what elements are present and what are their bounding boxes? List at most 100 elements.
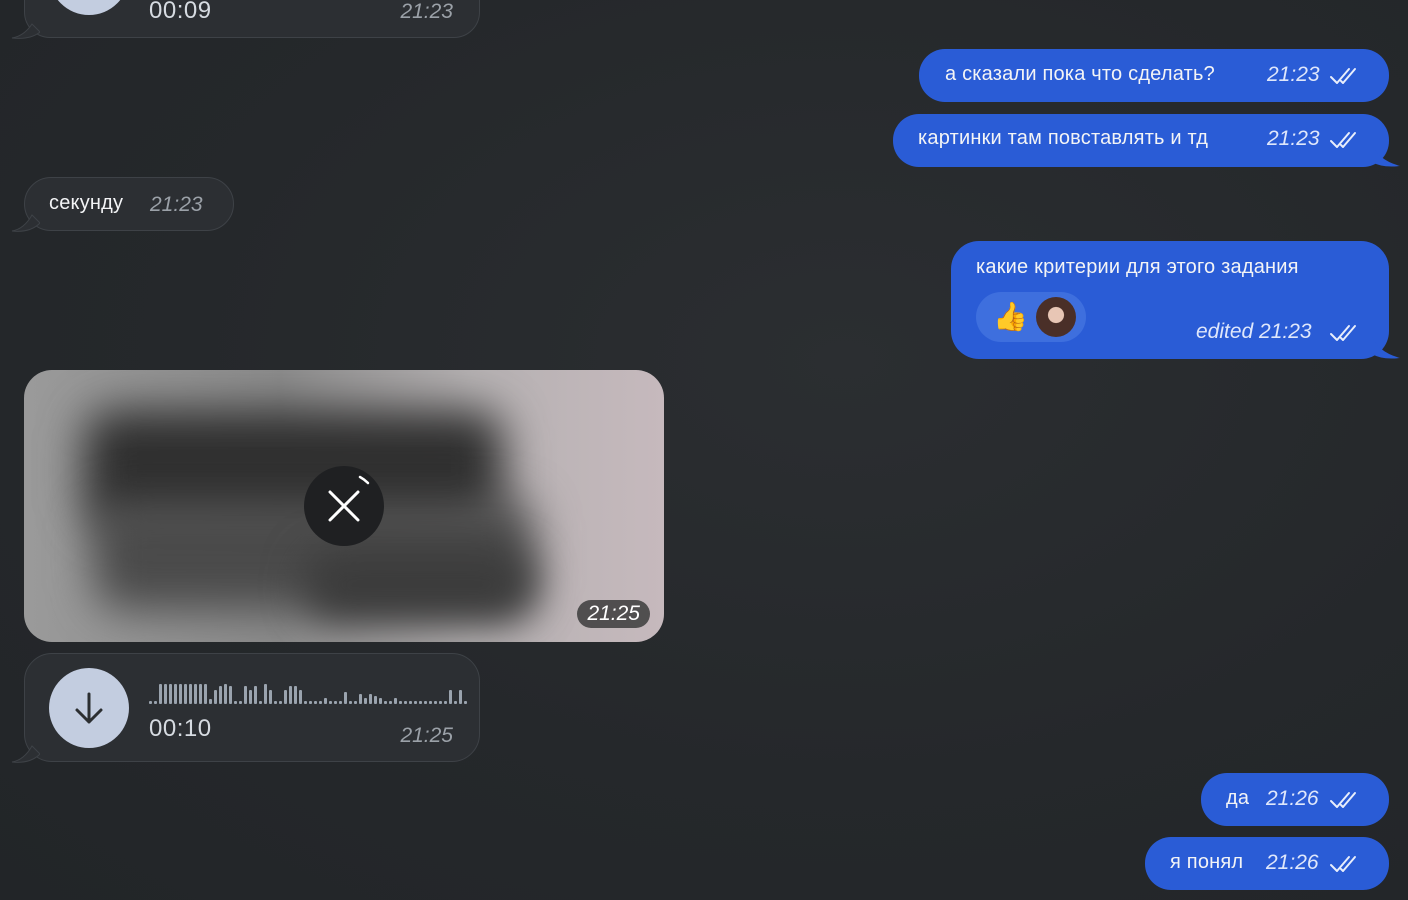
double-check-icon	[1330, 792, 1356, 808]
waveform-bar	[389, 701, 392, 704]
bubble-tail	[1372, 144, 1400, 167]
outgoing-message[interactable]: я понял 21:26	[1145, 837, 1389, 890]
voice-waveform[interactable]	[149, 682, 467, 704]
outgoing-message[interactable]: а сказали пока что сделать? 21:23	[919, 49, 1389, 102]
waveform-bar	[289, 686, 292, 704]
waveform-bar	[229, 686, 232, 704]
waveform-bar	[364, 698, 367, 704]
waveform-bar	[264, 684, 267, 704]
voice-message-top[interactable]: 00:09 21:23	[24, 0, 480, 38]
cancel-download-button[interactable]	[304, 466, 384, 546]
waveform-bar	[154, 701, 157, 704]
double-check-icon	[1330, 132, 1356, 148]
bubble-tail	[11, 214, 40, 232]
reactions-bar[interactable]: 👍	[976, 292, 1086, 342]
message-text: картинки там повставлять и тд	[918, 127, 1209, 149]
waveform-bar	[304, 701, 307, 704]
download-arrow-icon	[49, 0, 129, 15]
waveform-bar	[464, 701, 467, 704]
outgoing-message[interactable]: да 21:26	[1201, 773, 1389, 826]
waveform-bar	[439, 701, 442, 704]
waveform-bar	[249, 690, 252, 704]
blurred-image-region	[304, 550, 534, 620]
waveform-bar	[164, 684, 167, 704]
download-button[interactable]	[49, 0, 129, 15]
download-arrow-icon	[75, 692, 103, 724]
voice-duration: 00:09	[149, 0, 212, 24]
waveform-bar	[294, 686, 297, 704]
voice-duration: 00:10	[149, 715, 212, 742]
waveform-bar	[309, 701, 312, 704]
waveform-bar	[279, 701, 282, 704]
outgoing-message-with-reactions[interactable]: какие критерии для этого задания 👍 edite…	[951, 241, 1389, 359]
waveform-bar	[284, 690, 287, 704]
waveform-bar	[344, 692, 347, 704]
message-time: edited 21:23	[1196, 320, 1312, 343]
waveform-bar	[269, 690, 272, 704]
double-check-icon	[1330, 325, 1356, 341]
waveform-bar	[409, 701, 412, 704]
waveform-bar	[194, 684, 197, 704]
waveform-bar	[179, 684, 182, 704]
waveform-bar	[239, 701, 242, 704]
waveform-bar	[424, 701, 427, 704]
waveform-bar	[174, 684, 177, 704]
waveform-bar	[434, 701, 437, 704]
waveform-bar	[159, 684, 162, 704]
waveform-bar	[459, 690, 462, 704]
waveform-bar	[419, 701, 422, 704]
avatar-icon[interactable]	[1036, 297, 1076, 337]
thumbs-up-reaction[interactable]: 👍	[993, 300, 1028, 334]
waveform-bar	[414, 701, 417, 704]
waveform-bar	[394, 698, 397, 704]
message-time: 21:23	[1267, 63, 1320, 86]
waveform-bar	[339, 701, 342, 704]
waveform-bar	[184, 684, 187, 704]
waveform-bar	[234, 701, 237, 704]
waveform-bar	[209, 699, 212, 704]
incoming-message[interactable]: секунду 21:23	[24, 177, 234, 231]
double-check-icon	[1330, 856, 1356, 872]
waveform-bar	[274, 701, 277, 704]
waveform-bar	[199, 684, 202, 704]
waveform-bar	[189, 684, 192, 704]
message-time: 21:23	[400, 0, 453, 23]
waveform-bar	[169, 684, 172, 704]
waveform-bar	[379, 698, 382, 704]
waveform-bar	[369, 694, 372, 704]
waveform-bar	[404, 701, 407, 704]
waveform-bar	[359, 694, 362, 704]
outgoing-message[interactable]: картинки там повставлять и тд 21:23	[893, 114, 1389, 167]
waveform-bar	[149, 701, 152, 704]
waveform-bar	[429, 701, 432, 704]
message-text: секунду	[49, 192, 124, 214]
download-button[interactable]	[49, 668, 129, 748]
waveform-bar	[254, 686, 257, 704]
photo-time-badge: 21:25	[577, 600, 650, 628]
message-time: 21:25	[400, 724, 453, 747]
close-icon	[328, 475, 370, 522]
waveform-bar	[374, 696, 377, 704]
waveform-bar	[444, 701, 447, 704]
message-time: 21:23	[150, 193, 203, 216]
voice-message[interactable]: 00:10 21:25	[24, 653, 480, 762]
waveform-bar	[244, 686, 247, 704]
photo-message[interactable]: 21:25	[24, 370, 664, 642]
message-text: я понял	[1170, 851, 1244, 873]
bubble-tail	[1372, 336, 1400, 359]
waveform-bar	[219, 686, 222, 704]
waveform-bar	[319, 701, 322, 704]
waveform-bar	[454, 701, 457, 704]
chat-window: { "colors": { "incoming_bubble": "#2c2f3…	[0, 0, 1408, 900]
waveform-bar	[224, 684, 227, 704]
message-time: 21:26	[1266, 787, 1319, 810]
waveform-bar	[399, 701, 402, 704]
message-text: а сказали пока что сделать?	[945, 63, 1215, 85]
waveform-bar	[214, 690, 217, 704]
waveform-bar	[329, 701, 332, 704]
waveform-bar	[384, 701, 387, 704]
bubble-tail	[11, 745, 40, 763]
waveform-bar	[349, 701, 352, 704]
waveform-bar	[449, 690, 452, 704]
message-time: 21:23	[1267, 127, 1320, 150]
